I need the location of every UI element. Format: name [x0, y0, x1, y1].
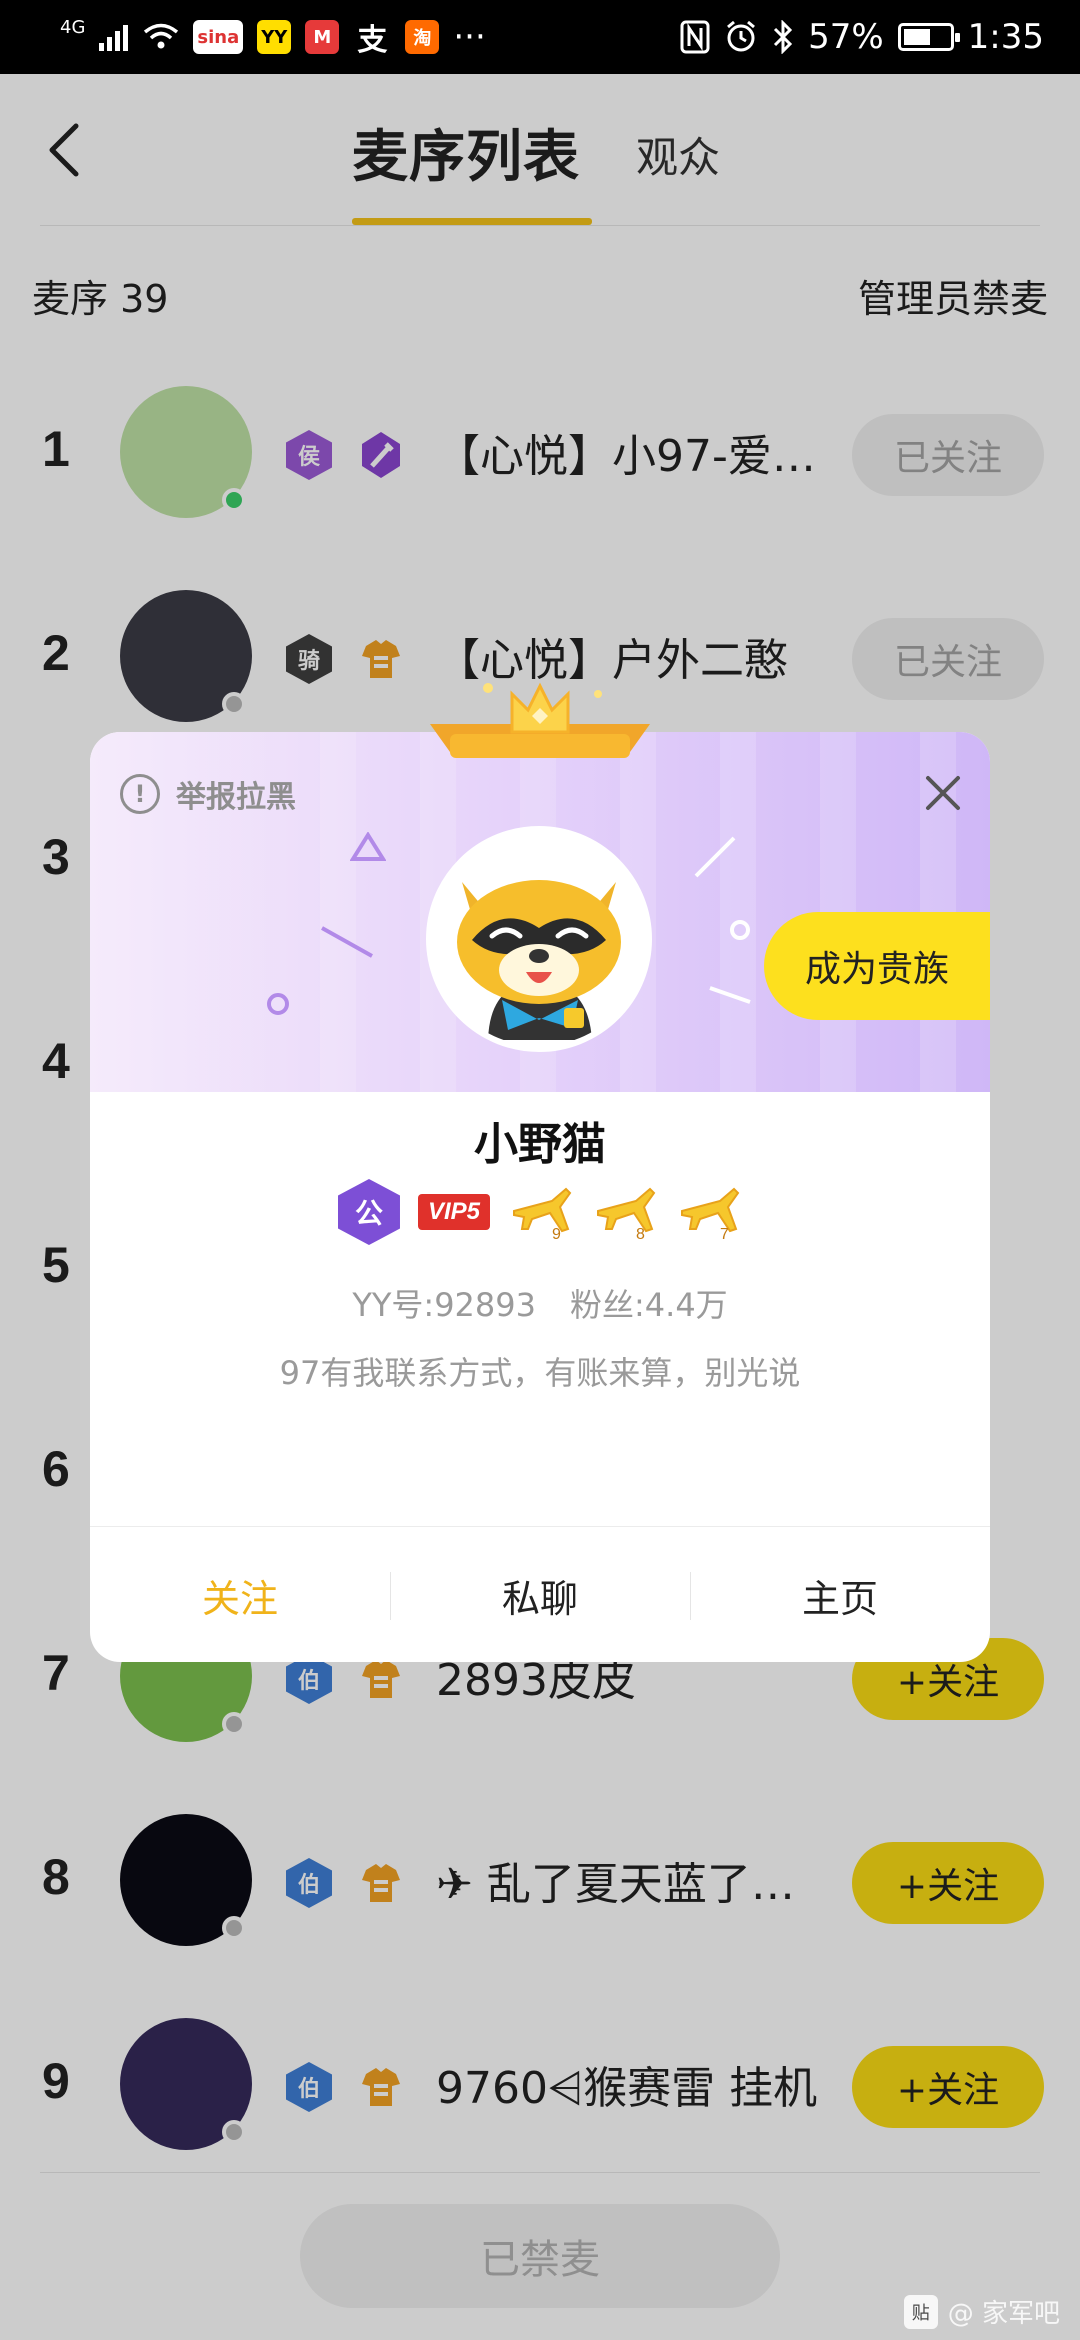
report-block-button[interactable]: ! 举报拉黑 [120, 772, 296, 816]
taobao-app-icon: 淘 [405, 20, 440, 54]
yy-number: YY号:92893 [352, 1286, 536, 1324]
homepage-button[interactable]: 主页 [690, 1528, 990, 1662]
svg-text:9: 9 [552, 1226, 561, 1243]
status-right: 57% 1:35 [680, 17, 1044, 57]
plane-badge-icon: 9 [513, 1187, 572, 1243]
exclamation-icon: ! [120, 774, 160, 814]
triangle-deco-icon [350, 832, 386, 861]
nfc-icon [680, 20, 710, 54]
battery-icon [897, 23, 960, 51]
follow-button[interactable]: 关注 [90, 1528, 390, 1662]
wifi-icon [144, 23, 179, 49]
report-label: 举报拉黑 [176, 780, 296, 815]
clock: 1:35 [967, 17, 1044, 57]
more-notifications-icon: ··· [453, 17, 486, 57]
profile-badges: 公 VIP5 9 8 7 [90, 1172, 990, 1252]
popup-divider [90, 1526, 990, 1527]
svg-text:8: 8 [636, 1226, 645, 1243]
plane-badge-icon: 7 [681, 1187, 740, 1243]
close-icon[interactable] [920, 770, 966, 816]
gong-rank-badge: 公 [337, 1179, 400, 1245]
watermark: 贴 @ 家军吧 [903, 2293, 1060, 2330]
profile-signature: 97有我联系方式，有账来算，别光说 [279, 1354, 801, 1392]
private-chat-button[interactable]: 私聊 [390, 1528, 690, 1662]
tieba-icon: 贴 [903, 2294, 938, 2329]
popup-actions: 关注 私聊 主页 [90, 1528, 990, 1662]
become-noble-button[interactable]: 成为贵族 [764, 912, 990, 1020]
svg-text:7: 7 [720, 1226, 729, 1243]
line-deco-icon [321, 926, 373, 958]
sina-app-icon: sina [193, 20, 244, 54]
alipay-app-icon: 支 [357, 23, 388, 58]
plane-badge-icon: 8 [597, 1187, 656, 1243]
fans-count: 粉丝:4.4万 [570, 1286, 728, 1324]
profile-avatar[interactable] [426, 826, 652, 1052]
user-profile-popup: ! 举报拉黑 成为贵族 小野猫 公 VIP5 9 8 7 YY号:92893 粉 [90, 682, 990, 1662]
status-bar: 4G sina YY M 支 淘 ··· 57% 1:35 [0, 0, 1080, 74]
bank-app-icon: M [305, 20, 340, 54]
network-type: 4G [60, 16, 86, 38]
profile-username: 小野猫 [474, 1119, 606, 1170]
alarm-icon [727, 20, 756, 52]
yy-app-icon: YY [257, 20, 292, 54]
line-deco-icon [694, 836, 736, 878]
watermark-text: @ 家军吧 [947, 2299, 1060, 2329]
yy-raccoon-avatar-icon [432, 832, 646, 1046]
circle-deco-icon [730, 920, 750, 940]
signal-icon [99, 25, 129, 51]
bluetooth-icon [774, 20, 793, 54]
line-deco-icon [709, 986, 751, 1004]
profile-stats: YY号:92893 粉丝:4.4万 [90, 1280, 990, 1326]
vip-badge: VIP5 [417, 1194, 491, 1230]
status-left: 4G sina YY M 支 淘 ··· [60, 16, 486, 59]
crown-icon [430, 682, 650, 758]
circle-deco-icon [267, 993, 289, 1015]
battery-percent: 57% [808, 17, 884, 57]
